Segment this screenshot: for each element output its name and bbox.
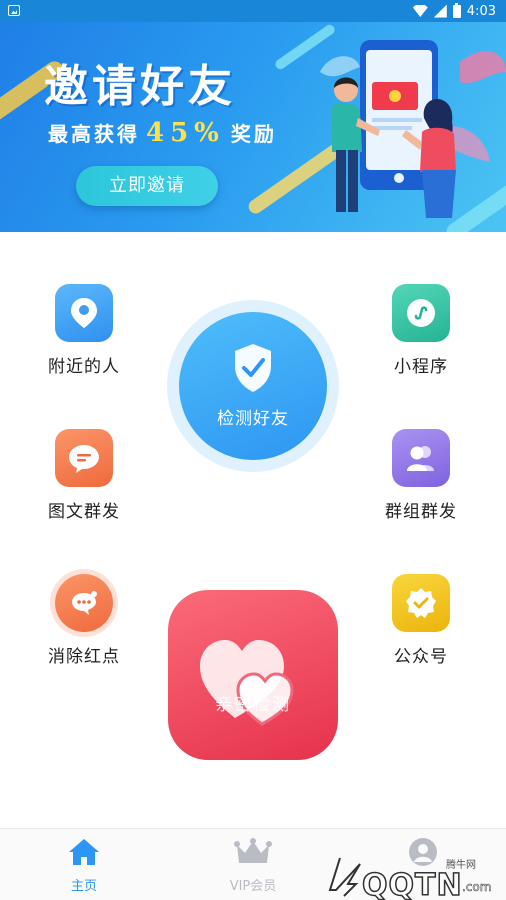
hearts-tile-button[interactable]: 亲密检测 — [168, 590, 338, 760]
status-bar: 4:03 — [0, 0, 506, 22]
group-users-icon — [392, 429, 450, 487]
mini-program-icon — [392, 284, 450, 342]
image-notification-icon — [8, 5, 20, 16]
status-time: 4:03 — [466, 3, 496, 19]
clear-red-dot-feature[interactable]: 消除红点 — [29, 574, 139, 667]
home-icon — [69, 839, 99, 865]
crown-icon — [234, 838, 272, 863]
status-icons: 4:03 — [412, 2, 496, 20]
group-broadcast-feature[interactable]: 群组群发 — [366, 429, 476, 522]
mini-program-label: 小程序 — [394, 357, 448, 377]
banner-subtitle-suffix: 奖励 — [230, 122, 277, 146]
detect-friends-label: 检测好友 — [217, 409, 289, 429]
location-pin-icon — [55, 284, 113, 342]
watermark-brand-text: QQTN — [361, 867, 463, 900]
graphic-broadcast-feature[interactable]: 图文群发 — [29, 429, 139, 522]
official-account-feature[interactable]: 公众号 — [366, 574, 476, 667]
chat-bubble-icon — [55, 429, 113, 487]
banner-subtitle: 最高获得 45% 奖励 — [48, 118, 277, 148]
banner-percent: 45% — [146, 118, 225, 148]
badge-check-icon — [392, 574, 450, 632]
invite-illustration — [320, 40, 506, 218]
signal-icon — [433, 4, 447, 18]
chat-dot-icon — [55, 574, 113, 632]
clear-red-dot-label: 消除红点 — [48, 647, 120, 667]
nearby-people-feature[interactable]: 附近的人 — [29, 284, 139, 377]
invite-now-button[interactable]: 立即邀请 — [76, 166, 218, 206]
detect-friends-button[interactable]: 检测好友 — [179, 312, 327, 460]
watermark-suffix-text: .com — [462, 880, 492, 895]
shield-check-icon — [235, 344, 271, 392]
nav-vip-label: VIP会员 — [229, 879, 277, 894]
official-account-label: 公众号 — [394, 647, 448, 667]
battery-icon — [452, 2, 461, 18]
nav-home-label: 主页 — [70, 879, 97, 894]
nav-item-vip[interactable]: VIP会员 — [198, 837, 308, 894]
wifi-icon — [412, 5, 428, 17]
graphic-broadcast-label: 图文群发 — [48, 502, 120, 522]
banner-title: 邀请好友 — [44, 61, 236, 112]
hearts-tile-label: 亲密检测 — [215, 695, 291, 715]
nav-item-home[interactable]: 主页 — [29, 837, 139, 894]
mini-program-feature[interactable]: 小程序 — [366, 284, 476, 377]
group-broadcast-label: 群组群发 — [385, 502, 457, 522]
invite-banner[interactable]: 邀请好友 最高获得 45% 奖励 立即邀请 — [0, 22, 506, 232]
banner-subtitle-prefix: 最高获得 — [48, 122, 140, 146]
nearby-people-label: 附近的人 — [48, 357, 120, 377]
